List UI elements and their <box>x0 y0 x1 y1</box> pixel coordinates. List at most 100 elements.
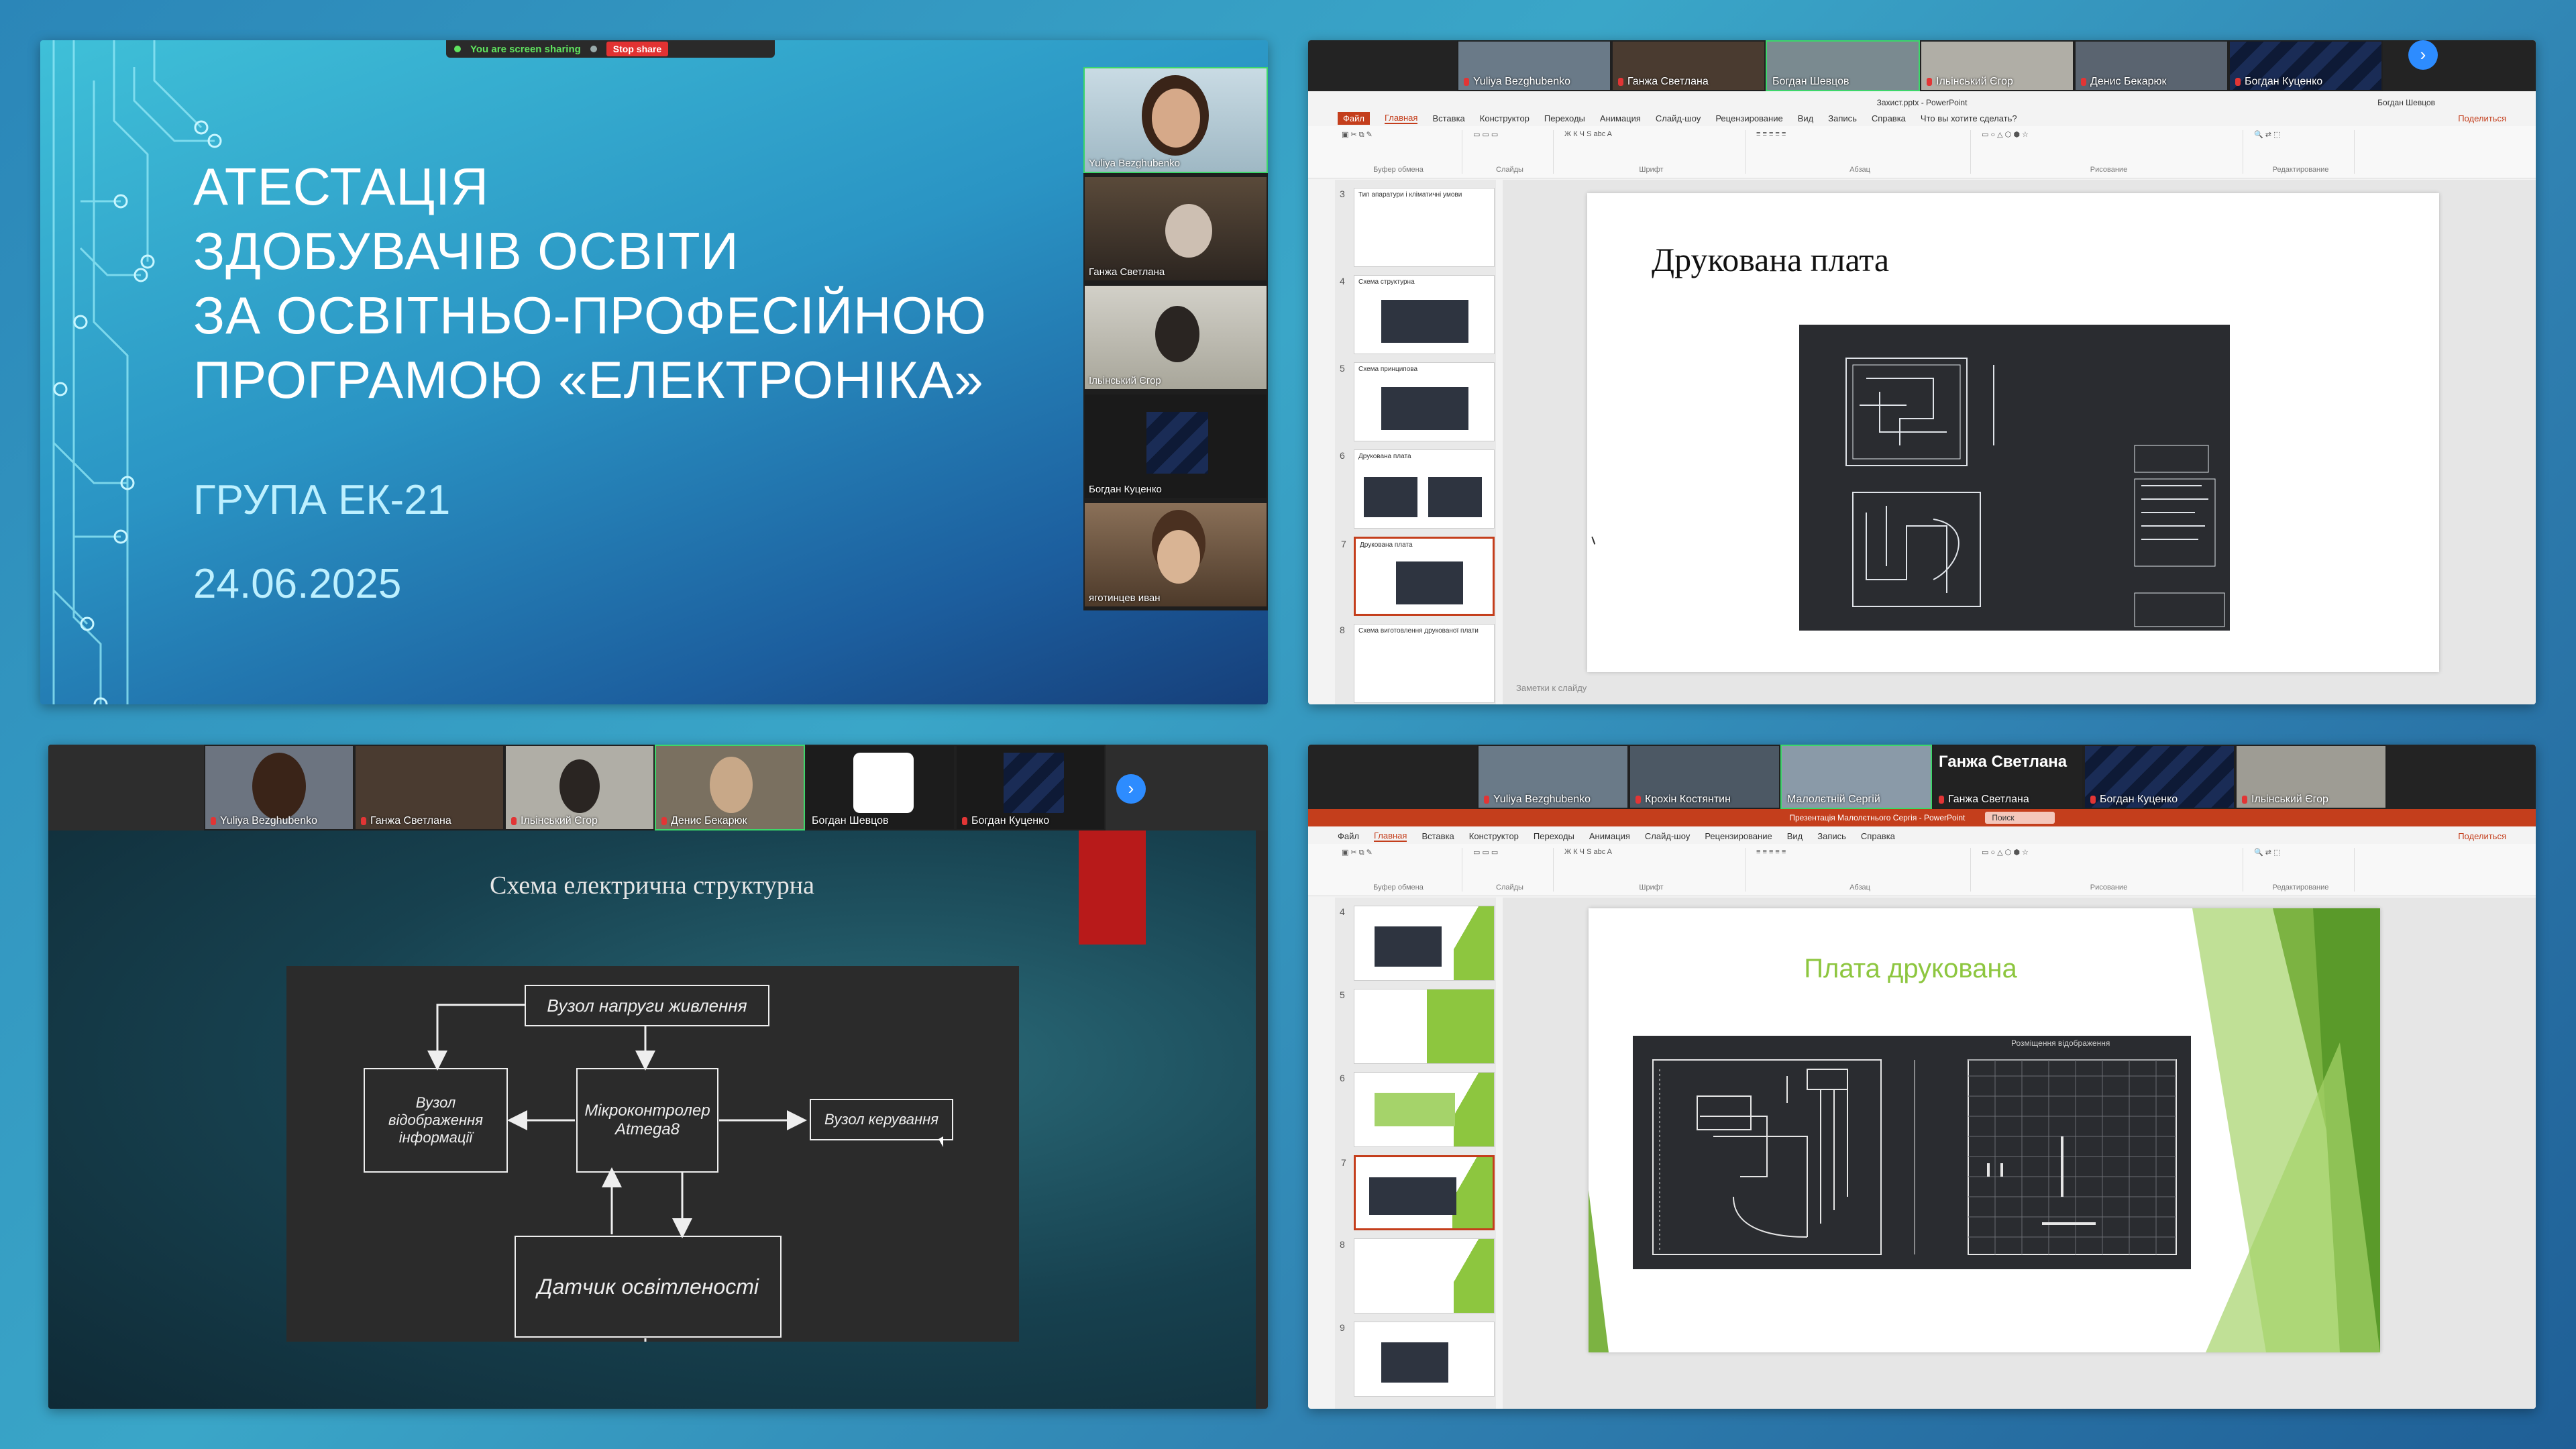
title-line: ЗДОБУВАЧІВ ОСВІТИ <box>193 221 739 280</box>
current-slide[interactable]: Друкована плата <box>1587 193 2439 672</box>
slide-notes[interactable]: Заметки к слайду <box>1516 683 1587 693</box>
tab-review[interactable]: Рецензирование <box>1705 831 1772 841</box>
participant-tile[interactable]: Богдан Шевцов <box>805 745 955 830</box>
screen-sharing-bar: You are screen sharing Stop share <box>446 40 775 58</box>
participant-tile[interactable]: Ганжа Светлана <box>354 745 504 830</box>
tab-view[interactable]: Вид <box>1787 831 1803 841</box>
current-slide[interactable]: Плата друкована Розміщення відображення <box>1589 908 2380 1352</box>
shared-screen-powerpoint-2: Yuliya Bezghubenko Крохін Костянтин Мало… <box>1308 745 2536 1409</box>
slide-thumbnail[interactable]: 3 Тип апаратури і кліматичні умови <box>1340 188 1495 267</box>
tab-animations[interactable]: Анимация <box>1589 831 1630 841</box>
slide-thumbnail-selected[interactable]: 7 Друкована плата <box>1341 537 1495 616</box>
tab-home[interactable]: Главная <box>1384 113 1418 124</box>
block-power-supply: Вузол напруги живлення <box>525 985 769 1026</box>
slide-thumbnail[interactable]: 6 <box>1340 1072 1495 1147</box>
tell-me-search[interactable]: Что вы хотите сделать? <box>1921 113 2017 123</box>
slide-thumbnail[interactable]: 4 Схема структурна <box>1340 275 1495 354</box>
slide-thumbnail[interactable]: 5 <box>1340 989 1495 1064</box>
tab-help[interactable]: Справка <box>1872 113 1906 123</box>
participant-video[interactable]: Ільінський Єгор <box>1083 284 1268 390</box>
ribbon-tabs: Файл Главная Вставка Конструктор Переход… <box>1308 828 2536 844</box>
tab-review[interactable]: Рецензирование <box>1715 113 1782 123</box>
group-label: ГРУПА ЕК-21 <box>193 477 451 523</box>
tab-insert[interactable]: Вставка <box>1421 831 1454 841</box>
search-input[interactable]: Поиск <box>1985 812 2055 824</box>
participant-strip: Yuliya Bezghubenko Ганжа Светлана Ільінс… <box>48 745 1268 830</box>
tab-transitions[interactable]: Переходы <box>1544 113 1585 123</box>
tab-file[interactable]: Файл <box>1338 111 1370 125</box>
participant-tile[interactable]: Yuliya Bezghubenko <box>1457 40 1611 91</box>
slide-title: Плата друкована <box>1804 954 2017 983</box>
share-button[interactable]: Поделиться <box>2458 113 2506 123</box>
slide-editor-canvas[interactable]: Плата друкована Розміщення відображення <box>1503 898 2536 1409</box>
participant-tile[interactable]: Денис Бекарюк <box>655 745 805 830</box>
tab-design[interactable]: Конструктор <box>1480 113 1529 123</box>
participant-tile[interactable]: Ільінський Єгор <box>504 745 655 830</box>
tab-file[interactable]: Файл <box>1338 831 1359 841</box>
tab-transitions[interactable]: Переходы <box>1534 831 1574 841</box>
participant-strip: Yuliya Bezghubenko Крохін Костянтин Мало… <box>1308 745 2536 809</box>
tab-insert[interactable]: Вставка <box>1432 113 1464 123</box>
participant-name: Ільінський Єгор <box>1089 375 1161 386</box>
slide-thumbnail[interactable]: 5 Схема принципова <box>1340 362 1495 441</box>
participant-strip: Yuliya Bezghubenko Ганжа Светлана Богдан… <box>1308 40 2536 91</box>
next-participants-chevron-icon[interactable]: › <box>1116 774 1146 804</box>
window-title: Презентація Малолєтнього Сергія - PowerP… <box>1308 809 2536 826</box>
participant-video-strip: Yuliya Bezghubenko Ганжа Светлана Ільінс… <box>1083 67 1268 610</box>
shield-icon <box>590 46 597 52</box>
participant-tile[interactable]: Богдан Куценко <box>955 745 1106 830</box>
tab-help[interactable]: Справка <box>1861 831 1895 841</box>
participant-tile[interactable]: Малолєтній Сергій <box>1780 745 1932 809</box>
slide-thumbnail-selected[interactable]: 7 <box>1341 1155 1495 1230</box>
participant-tile[interactable]: Богдан Куценко <box>2084 745 2235 809</box>
date-label: 24.06.2025 <box>193 561 402 607</box>
block-display: Вузол відображення інформації <box>364 1068 508 1173</box>
tab-record[interactable]: Запись <box>1817 831 1846 841</box>
participant-tile[interactable]: Крохін Костянтин <box>1629 745 1780 809</box>
block-microcontroller: Мікроконтролер Atmega8 <box>576 1068 718 1173</box>
participant-name: яготинцев иван <box>1089 592 1161 604</box>
block-control: Вузол керування <box>810 1099 953 1140</box>
tab-slideshow[interactable]: Слайд-шоу <box>1656 113 1701 123</box>
tab-view[interactable]: Вид <box>1798 113 1814 123</box>
title-line: ПРОГРАМОЮ «ЕЛЕКТРОНІКА» <box>193 350 984 409</box>
participant-tile[interactable]: Ільінський Єгор <box>1920 40 2074 91</box>
participant-video[interactable]: яготинцев иван <box>1083 502 1268 608</box>
participant-video[interactable]: Yuliya Bezghubenko <box>1083 67 1268 173</box>
participant-tile[interactable]: Ільінський Єгор <box>2235 745 2387 809</box>
tab-home[interactable]: Главная <box>1373 830 1407 842</box>
participant-tile[interactable]: Богдан Шевцов <box>1766 40 1920 91</box>
participant-tile[interactable]: Ганжа Светлана <box>1611 40 1766 91</box>
title-line: ЗА ОСВІТНЬО-ПРОФЕСІЙНОЮ <box>193 286 987 345</box>
slide-thumbnail[interactable]: 8 <box>1340 1238 1495 1313</box>
participant-tile[interactable]: Денис Бекарюк <box>2074 40 2229 91</box>
tab-design[interactable]: Конструктор <box>1469 831 1519 841</box>
participant-name: Богдан Куценко <box>1089 484 1162 495</box>
participant-tile[interactable]: Yuliya Bezghubenko <box>204 745 354 830</box>
presentation-title: АТЕСТАЦІЯ ЗДОБУВАЧІВ ОСВІТИ ЗА ОСВІТНЬО-… <box>193 154 987 412</box>
stop-share-button[interactable]: Stop share <box>606 42 669 56</box>
tab-animations[interactable]: Анимация <box>1600 113 1641 123</box>
title-line: АТЕСТАЦІЯ <box>193 157 490 216</box>
participant-name: Yuliya Bezghubenko <box>1089 158 1180 169</box>
participant-tile[interactable]: Ганжа Светлана Ганжа Светлана <box>1932 745 2084 809</box>
shared-screen-structure-diagram: Yuliya Bezghubenko Ганжа Светлана Ільінс… <box>48 745 1268 1409</box>
slide-editor-canvas[interactable]: Друкована плата Заметки к слайду <box>1503 180 2536 704</box>
share-button[interactable]: Поделиться <box>2458 831 2506 841</box>
slide-thumbnail[interactable]: 6 Друкована плата <box>1340 449 1495 529</box>
slide-title: Схема електрична структурна <box>490 871 814 900</box>
participant-name: Ганжа Светлана <box>1089 266 1165 278</box>
tab-slideshow[interactable]: Слайд-шоу <box>1645 831 1690 841</box>
participant-tile[interactable]: Yuliya Bezghubenko <box>1477 745 1629 809</box>
participant-tile[interactable]: Богдан Куценко <box>2229 40 2383 91</box>
next-participants-chevron-icon[interactable]: › <box>2408 40 2438 70</box>
slide-title: Друкована плата <box>1652 241 1890 278</box>
participant-video[interactable]: Ганжа Светлана <box>1083 176 1268 282</box>
slide-thumbnail[interactable]: 8 Схема виготовлення друкованої плати <box>1340 624 1495 703</box>
slide-thumbnail[interactable]: 9 <box>1340 1322 1495 1397</box>
pcb-drawing <box>1799 325 2230 631</box>
shared-screen-powerpoint: Yuliya Bezghubenko Ганжа Светлана Богдан… <box>1308 40 2536 704</box>
slide-thumbnail[interactable]: 4 <box>1340 906 1495 981</box>
tab-record[interactable]: Запись <box>1828 113 1857 123</box>
participant-video[interactable]: Богдан Куценко <box>1083 393 1268 499</box>
